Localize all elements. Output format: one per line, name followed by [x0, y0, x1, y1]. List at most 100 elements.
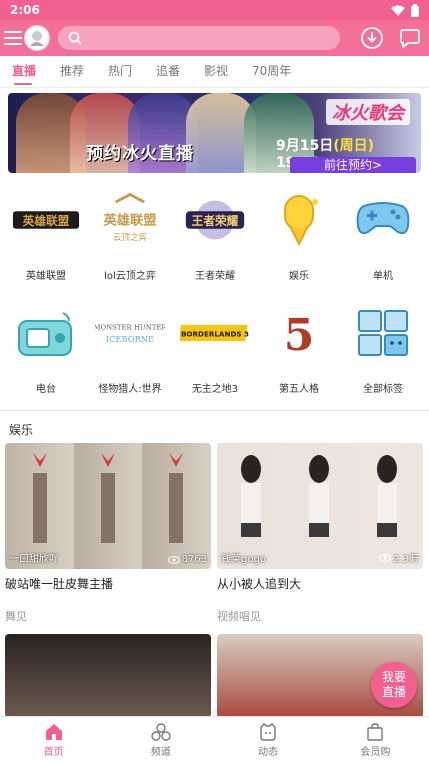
- tab-hot[interactable]: 热门: [108, 56, 156, 88]
- borderlands-logo-icon: BORDERLANDS 3: [180, 304, 250, 362]
- category-monster-hunter[interactable]: MONSTER HUNTER ICEBORNE 怪物猎人:世界: [87, 304, 173, 395]
- nav-label: 首页: [43, 747, 64, 758]
- wifi-icon: [391, 5, 405, 16]
- streamer-name: 钱莱gogo: [221, 554, 266, 565]
- tab-recommend[interactable]: 推荐: [60, 56, 108, 88]
- identity-v-logo-icon: 5: [264, 304, 334, 362]
- eye-icon: [167, 555, 180, 564]
- avatar-image: [30, 31, 44, 46]
- view-count: 2.3万: [379, 550, 419, 565]
- go-live-line2: 直播: [381, 685, 406, 699]
- category-label: 电台: [36, 384, 56, 395]
- stream-card[interactable]: 钱莱gogo 2.3万 从小被人追到大 视频唱见: [217, 443, 423, 624]
- tab-70th-anniversary[interactable]: 70周年: [252, 56, 300, 88]
- eye-icon: [379, 553, 392, 562]
- category-honor-of-kings[interactable]: 王者荣耀 王者荣耀: [172, 191, 258, 282]
- channel-icon: [151, 723, 171, 741]
- tft-logo-text: 英雄联盟: [104, 212, 157, 229]
- category-label: 娱乐: [289, 271, 309, 282]
- category-radio[interactable]: 电台: [3, 304, 89, 395]
- tft-logo-icon: 英雄联盟 云顶之弈: [95, 191, 165, 249]
- status-icons: [391, 3, 419, 17]
- section-title: 娱乐: [9, 423, 34, 437]
- category-label: 无主之地3: [191, 384, 239, 395]
- category-label: 全部标签: [363, 384, 403, 395]
- battery-icon: [411, 3, 419, 17]
- bottom-nav: 首页 频道 动态 会员购: [0, 716, 429, 763]
- stream-title: 从小被人追到大: [217, 577, 302, 591]
- banner-title: 预约冰火直播: [86, 144, 194, 164]
- tab-movies[interactable]: 影视: [204, 56, 252, 88]
- radio-icon: [11, 304, 81, 362]
- stream-card[interactable]: 一口甜欣吖 8763 破站唯一肚皮舞主播 舞见: [5, 443, 211, 624]
- stream-thumbnail: 一口甜欣吖 8763: [5, 443, 211, 569]
- shopping-bag-icon: [367, 723, 384, 741]
- category-borderlands-3[interactable]: BORDERLANDS 3 无主之地3: [172, 304, 258, 395]
- monster-hunter-logo-icon: MONSTER HUNTER ICEBORNE: [95, 304, 165, 362]
- stream-card-partial[interactable]: [5, 634, 211, 718]
- streamer-name: 一口甜欣吖: [9, 554, 59, 565]
- category-tft[interactable]: 英雄联盟云顶之弈 lol云顶之弈: [87, 191, 173, 282]
- banner-brand: 冰火歌会: [326, 99, 410, 125]
- bl-logo-text: BORDERLANDS 3: [181, 330, 249, 339]
- status-time: 2:06: [10, 3, 40, 17]
- category-label: 第五人格: [279, 384, 319, 395]
- gamepad-icon: [348, 191, 418, 249]
- category-label: 英雄联盟: [26, 271, 66, 282]
- nav-label: 动态: [258, 747, 279, 758]
- avatar[interactable]: [24, 25, 50, 51]
- nav-shop[interactable]: 会员购: [322, 717, 429, 763]
- top-bar: [0, 20, 429, 56]
- promo-banner[interactable]: 预约冰火直播 冰火歌会 9月15日(周日) 19:00 前往预约>: [8, 93, 421, 173]
- stream-thumbnail: [5, 634, 211, 718]
- message-icon[interactable]: [398, 28, 422, 50]
- tab-anime[interactable]: 追番: [156, 56, 204, 88]
- nav-label: 频道: [150, 747, 171, 758]
- tab-live[interactable]: 直播: [12, 56, 60, 88]
- microphone-icon: [264, 191, 334, 249]
- mh-logo-subtext: ICEBORNE: [106, 334, 154, 344]
- nav-label: 会员购: [360, 747, 391, 758]
- view-count-value: 8763: [181, 554, 207, 565]
- nav-dynamic[interactable]: 动态: [215, 717, 322, 763]
- search-icon: [68, 31, 82, 45]
- tft-logo-subtext: 云顶之弈: [113, 232, 148, 243]
- banner-reserve-button[interactable]: 前往预约>: [290, 157, 416, 173]
- view-count: 8763: [167, 554, 207, 565]
- home-icon: [45, 724, 62, 740]
- section-divider: [0, 410, 429, 411]
- idv-logo-text: 5: [284, 310, 315, 360]
- search-input[interactable]: [58, 26, 340, 50]
- mh-logo-text: MONSTER HUNTER: [95, 323, 165, 331]
- category-label: 单机: [373, 271, 393, 282]
- category-identity-v[interactable]: 5 第五人格: [256, 304, 342, 395]
- stream-tag[interactable]: 视频唱见: [217, 608, 423, 624]
- lol-logo-text: 英雄联盟: [22, 214, 70, 228]
- all-tags-icon: [348, 304, 418, 362]
- dynamic-icon: [260, 723, 276, 741]
- nav-channel[interactable]: 频道: [107, 717, 214, 763]
- stream-tag[interactable]: 舞见: [5, 608, 211, 624]
- channel-tabs: 直播 推荐 热门 追番 影视 70周年: [0, 56, 429, 88]
- category-label: lol云顶之弈: [104, 271, 156, 282]
- banner-date-day: 9月15日: [276, 138, 334, 154]
- honor-of-kings-logo-icon: 王者荣耀: [180, 191, 250, 249]
- go-live-button[interactable]: 我要 直播: [371, 662, 417, 708]
- category-lol[interactable]: 英雄联盟 英雄联盟: [3, 191, 89, 282]
- status-bar: 2:06: [0, 0, 429, 20]
- menu-icon[interactable]: [4, 31, 22, 45]
- nav-home[interactable]: 首页: [0, 717, 107, 763]
- hok-logo-text: 王者荣耀: [192, 214, 239, 228]
- category-label: 怪物猎人:世界: [98, 384, 162, 395]
- go-live-line1: 我要: [381, 670, 406, 684]
- stream-thumbnail: 钱莱gogo 2.3万: [217, 443, 423, 569]
- category-entertainment[interactable]: 娱乐: [256, 191, 342, 282]
- category-all-tags[interactable]: 全部标签: [340, 304, 426, 395]
- stream-title: 破站唯一肚皮舞主播: [5, 577, 114, 591]
- download-icon[interactable]: [360, 26, 384, 50]
- view-count-value: 2.3万: [393, 554, 419, 565]
- lol-logo-icon: 英雄联盟: [11, 191, 81, 249]
- category-single-player[interactable]: 单机: [340, 191, 426, 282]
- banner-weekday: (周日): [333, 138, 375, 154]
- category-label: 王者荣耀: [195, 271, 235, 282]
